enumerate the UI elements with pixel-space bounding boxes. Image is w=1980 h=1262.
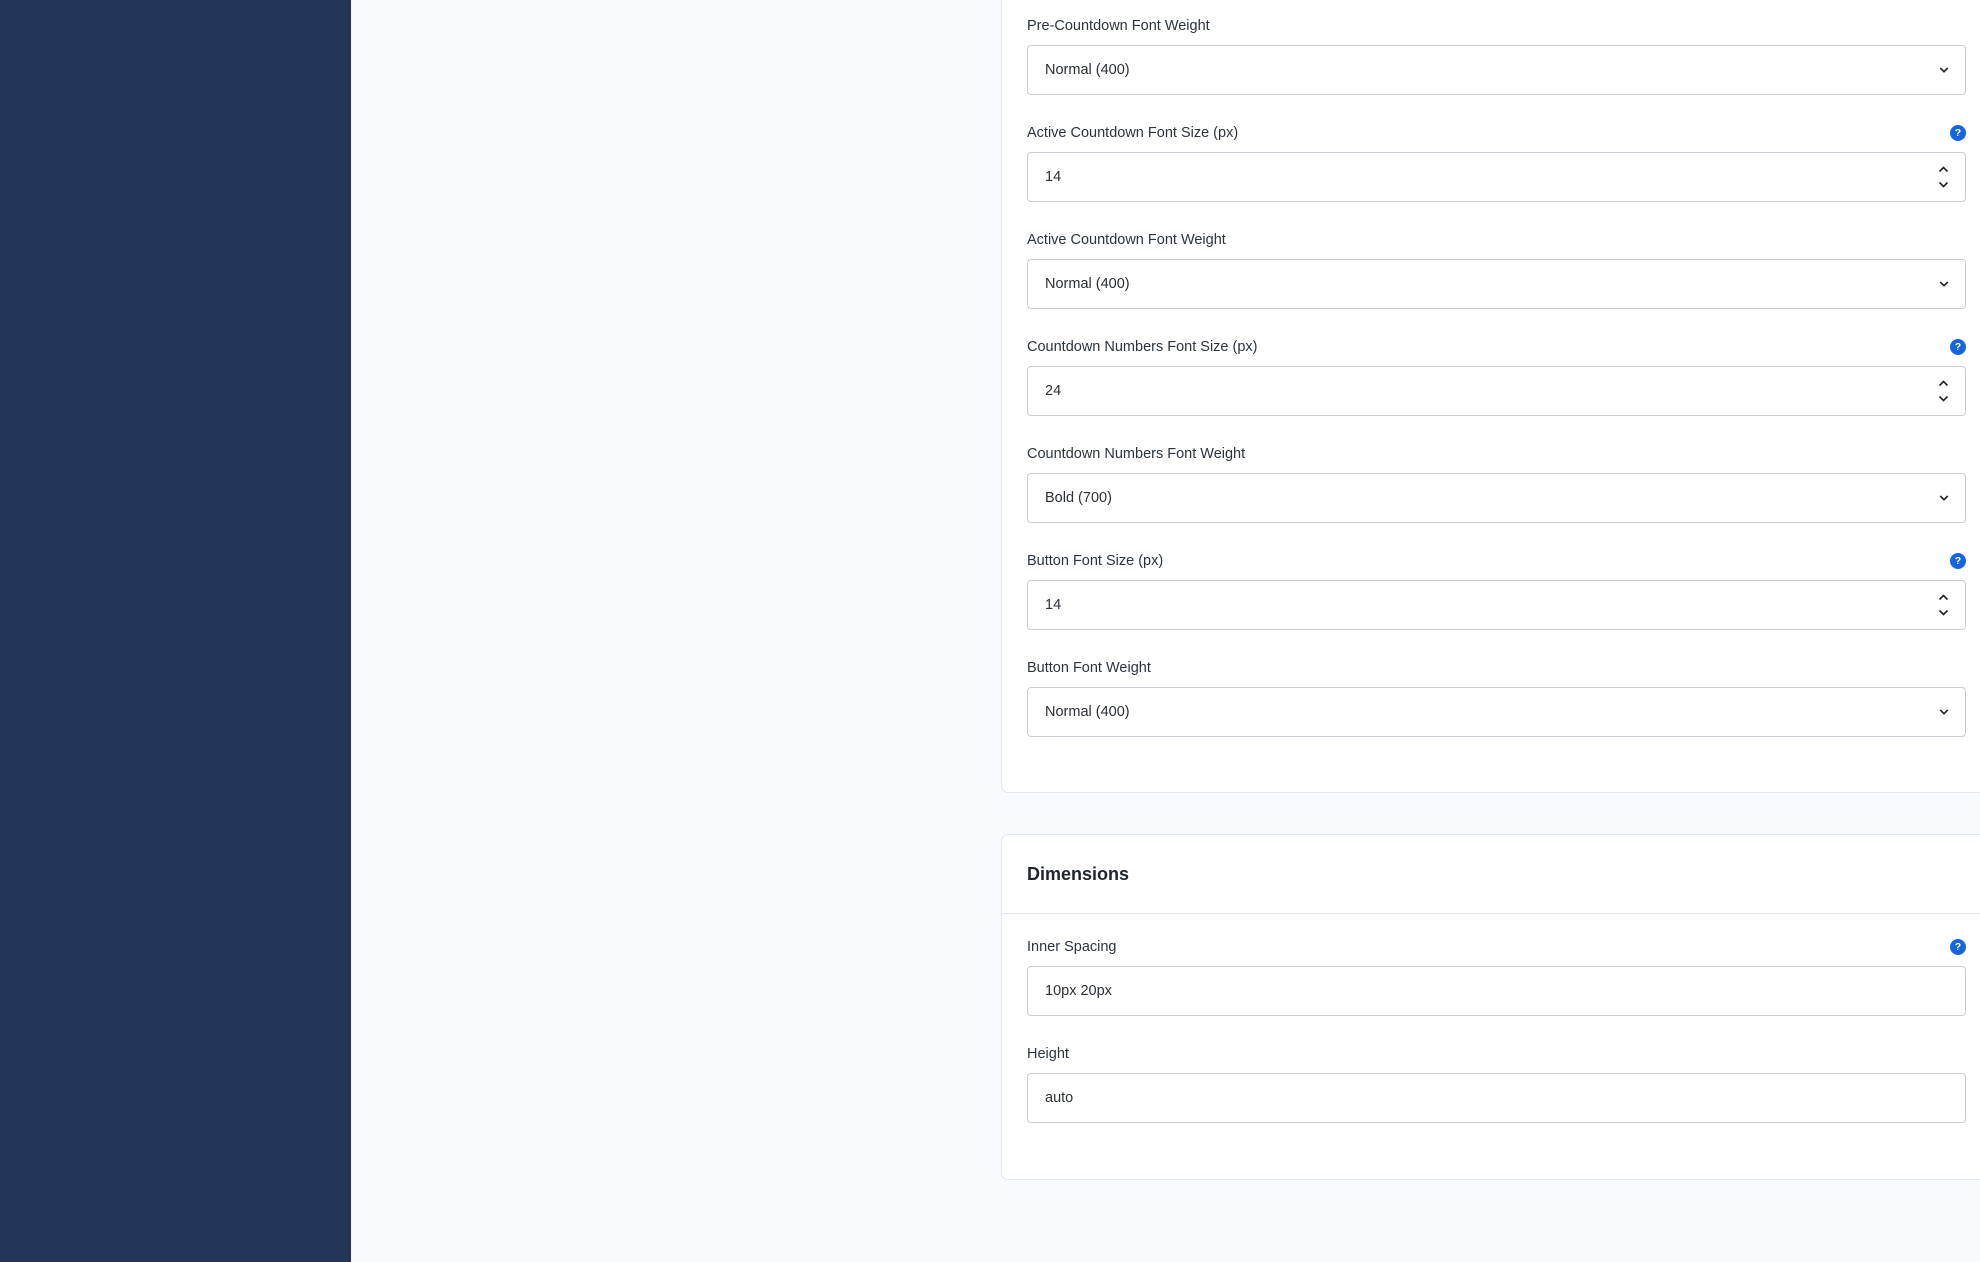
field-active-countdown-font-size: Active Countdown Font Size (px) ? 14 — [1027, 122, 1966, 202]
field-height: Height auto — [1027, 1043, 1966, 1123]
field-label: Countdown Numbers Font Weight — [1027, 446, 1246, 462]
sidebar — [0, 0, 351, 1262]
button-font-weight-select[interactable]: Normal (400) — [1027, 687, 1966, 737]
countdown-numbers-font-size-input[interactable]: 24 — [1027, 366, 1966, 416]
card-header: Dimensions — [1002, 835, 1980, 914]
field-label: Button Font Weight — [1027, 660, 1151, 676]
spinner-arrows-icon[interactable] — [1937, 166, 1949, 188]
active-countdown-font-size-input[interactable]: 14 — [1027, 152, 1966, 202]
chevron-down-icon — [1939, 279, 1949, 289]
field-label: Active Countdown Font Weight — [1027, 232, 1226, 248]
spinner-arrows-icon[interactable] — [1937, 380, 1949, 402]
field-countdown-numbers-font-size: Countdown Numbers Font Size (px) ? 24 — [1027, 336, 1966, 416]
help-icon[interactable]: ? — [1950, 125, 1966, 141]
field-pre-countdown-font-weight: Pre-Countdown Font Weight Normal (400) — [1027, 15, 1966, 95]
help-icon[interactable]: ? — [1950, 339, 1966, 355]
countdown-numbers-font-weight-select[interactable]: Bold (700) — [1027, 473, 1966, 523]
field-label: Inner Spacing — [1027, 939, 1117, 955]
spinner-arrows-icon[interactable] — [1937, 594, 1949, 616]
chevron-down-icon — [1939, 65, 1949, 75]
field-active-countdown-font-weight: Active Countdown Font Weight Normal (400… — [1027, 229, 1966, 309]
inner-spacing-input[interactable]: 10px 20px — [1027, 966, 1966, 1016]
field-label: Height — [1027, 1046, 1069, 1062]
main-content: Pre-Countdown Font Weight Normal (400) A… — [351, 0, 1980, 1262]
input-value: 24 — [1045, 383, 1062, 399]
card-title: Dimensions — [1027, 863, 1130, 884]
field-label: Pre-Countdown Font Weight — [1027, 18, 1210, 34]
dimensions-card: Dimensions Inner Spacing ? 10px 20px Hei… — [1001, 834, 1980, 1180]
input-value: 14 — [1045, 169, 1062, 185]
height-input[interactable]: auto — [1027, 1073, 1966, 1123]
help-icon[interactable]: ? — [1950, 939, 1966, 955]
select-value: Bold (700) — [1045, 490, 1112, 506]
input-value: 14 — [1045, 597, 1062, 613]
input-value: 10px 20px — [1045, 983, 1112, 999]
active-countdown-font-weight-select[interactable]: Normal (400) — [1027, 259, 1966, 309]
field-label: Active Countdown Font Size (px) — [1027, 125, 1239, 141]
select-value: Normal (400) — [1045, 704, 1130, 720]
field-button-font-size: Button Font Size (px) ? 14 — [1027, 550, 1966, 630]
chevron-down-icon — [1939, 707, 1949, 717]
field-label: Countdown Numbers Font Size (px) — [1027, 339, 1258, 355]
typography-card: Pre-Countdown Font Weight Normal (400) A… — [1001, 0, 1980, 793]
field-button-font-weight: Button Font Weight Normal (400) — [1027, 657, 1966, 737]
button-font-size-input[interactable]: 14 — [1027, 580, 1966, 630]
select-value: Normal (400) — [1045, 276, 1130, 292]
field-inner-spacing: Inner Spacing ? 10px 20px — [1027, 936, 1966, 1016]
field-label: Button Font Size (px) — [1027, 553, 1164, 569]
select-value: Normal (400) — [1045, 62, 1130, 78]
help-icon[interactable]: ? — [1950, 553, 1966, 569]
chevron-down-icon — [1939, 493, 1949, 503]
pre-countdown-font-weight-select[interactable]: Normal (400) — [1027, 45, 1966, 95]
input-value: auto — [1045, 1090, 1074, 1106]
field-countdown-numbers-font-weight: Countdown Numbers Font Weight Bold (700) — [1027, 443, 1966, 523]
